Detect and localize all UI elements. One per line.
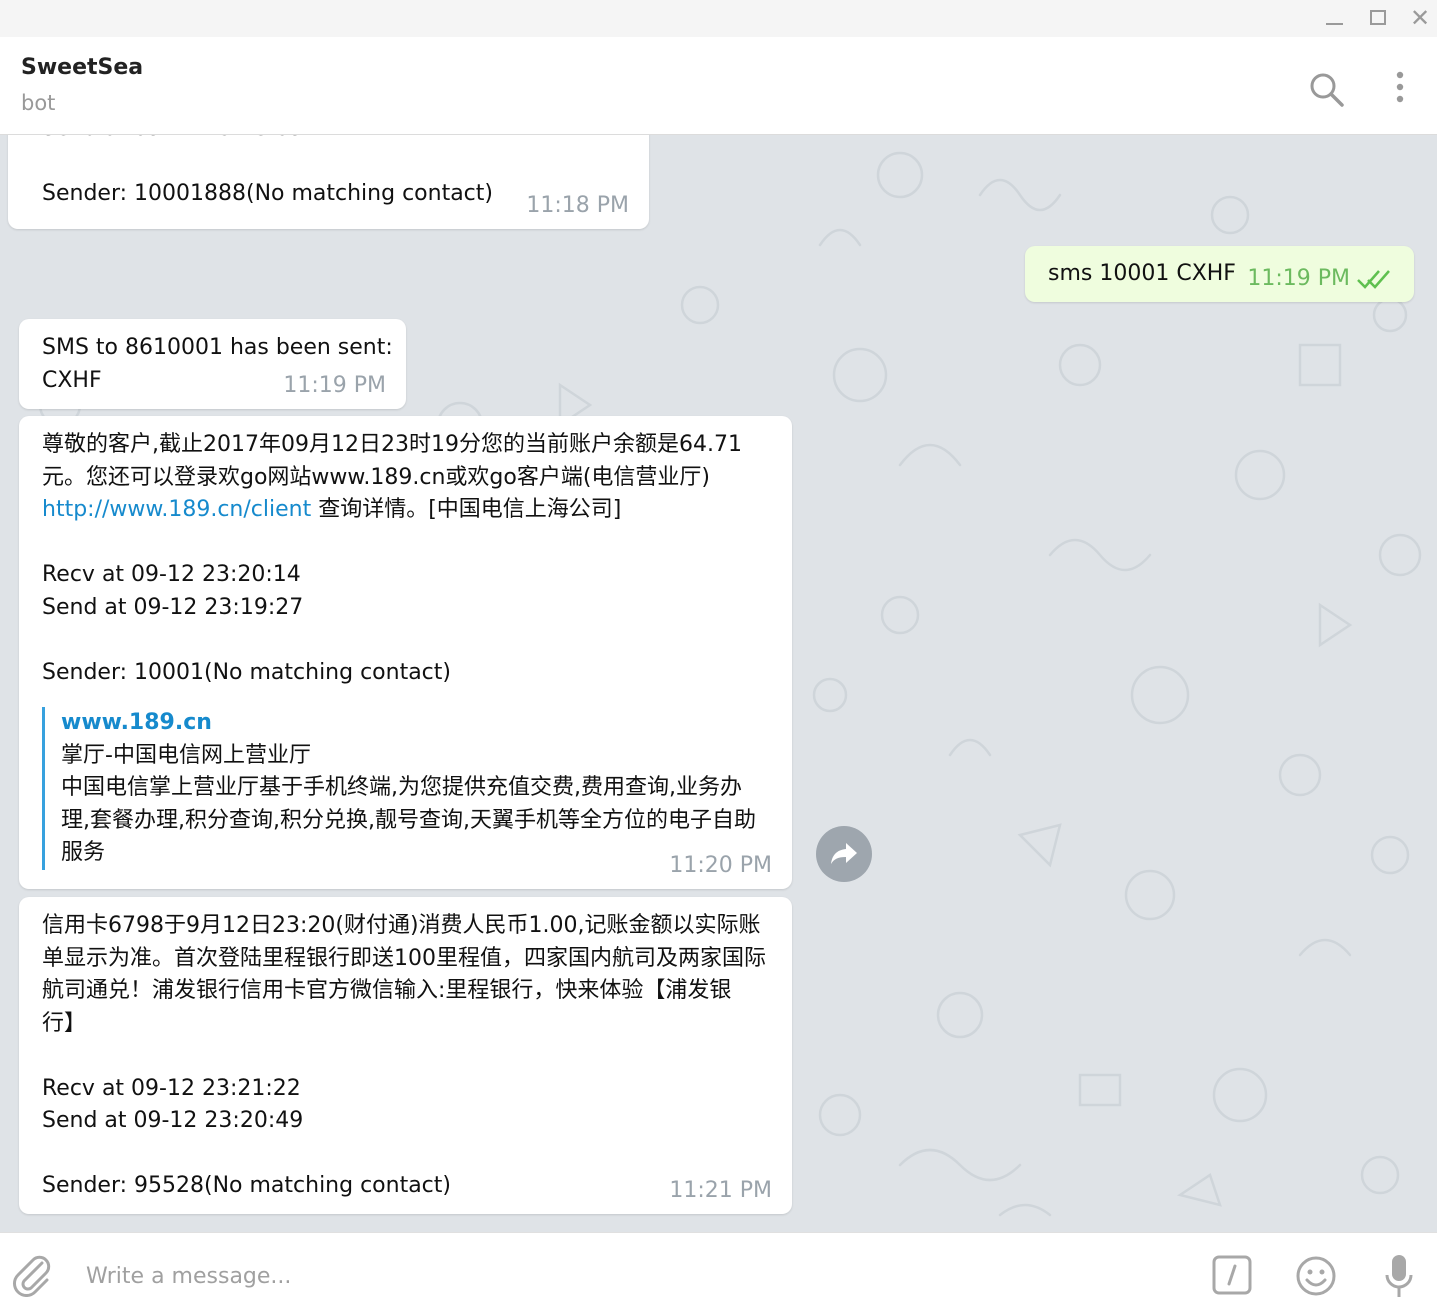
message-list[interactable]: Send at 09-12 23:18:09 Sender: 10001888(… <box>0 135 1437 1232</box>
link-preview-site: www.189.cn <box>61 710 212 735</box>
chat-status: bot <box>21 91 56 115</box>
message-link[interactable]: http://www.189.cn/client <box>42 497 311 522</box>
maximize-icon[interactable] <box>1362 6 1392 30</box>
double-check-icon <box>1357 270 1390 289</box>
message-bubble-outgoing[interactable]: sms 10001 CXHF 11:19 PM <box>1025 246 1414 302</box>
chat-title[interactable]: SweetSea <box>21 55 143 80</box>
link-preview-description: 中国电信掌上营业厅基于手机终端,为您提供充值交费,费用查询,业务办理,套餐办理,… <box>61 775 756 865</box>
emoji-icon[interactable] <box>1295 1255 1337 1297</box>
forward-icon <box>831 843 857 864</box>
close-icon[interactable]: ✕ <box>1405 6 1435 30</box>
link-preview[interactable]: www.189.cn 掌厅-中国电信网上营业厅 中国电信掌上营业厅基于手机终端,… <box>42 707 768 870</box>
message-bubble-incoming[interactable]: 尊敬的客户,截止2017年09月12日23时19分您的当前账户余额是64.71元… <box>19 416 792 889</box>
microphone-icon[interactable] <box>1384 1253 1414 1299</box>
window-title-bar: ✕ <box>0 0 1437 38</box>
message-time: 11:18 PM <box>526 193 629 218</box>
message-time: 11:19 PM <box>1247 266 1350 291</box>
message-input[interactable] <box>84 1253 1188 1299</box>
bot-command-icon[interactable] <box>1212 1255 1252 1295</box>
message-text-part: 尊敬的客户,截止2017年09月12日23时19分您的当前账户余额是64.71元… <box>42 432 742 490</box>
message-bubble-incoming[interactable]: Send at 09-12 23:18:09 Sender: 10001888(… <box>8 135 649 229</box>
message-time: 11:19 PM <box>283 373 386 398</box>
message-bubble-incoming[interactable]: 信用卡6798于9月12日23:20(财付通)消费人民币1.00,记账金额以实际… <box>19 897 792 1214</box>
forward-button[interactable] <box>816 826 872 882</box>
paperclip-icon[interactable] <box>12 1253 52 1297</box>
message-time: 11:20 PM <box>669 853 772 878</box>
chat-header: SweetSea bot <box>0 37 1437 135</box>
message-text-part: 查询详情。[中国电信上海公司] Recv at 09-12 23:20:14 S… <box>42 497 622 685</box>
search-icon[interactable] <box>1306 69 1346 109</box>
message-time: 11:21 PM <box>669 1178 772 1203</box>
minimize-icon[interactable] <box>1318 6 1348 30</box>
message-text: 信用卡6798于9月12日23:20(财付通)消费人民币1.00,记账金额以实际… <box>42 913 766 1198</box>
more-vert-icon[interactable] <box>1388 69 1412 109</box>
message-text: 尊敬的客户,截止2017年09月12日23时19分您的当前账户余额是64.71元… <box>42 429 768 689</box>
link-preview-title: 掌厅-中国电信网上营业厅 <box>61 742 311 768</box>
message-composer <box>0 1232 1437 1314</box>
message-bubble-incoming[interactable]: SMS to 8610001 has been sent: CXHF 11:19… <box>19 319 406 409</box>
